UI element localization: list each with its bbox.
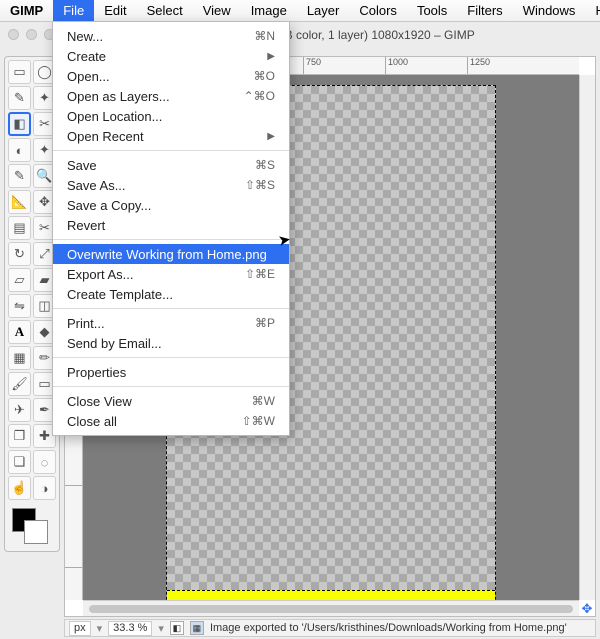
- status-icon-1[interactable]: ◧: [170, 621, 184, 635]
- zoom-field[interactable]: 33.3 %: [108, 621, 152, 636]
- menu-tools[interactable]: Tools: [407, 0, 457, 21]
- menu-image[interactable]: Image: [241, 0, 297, 21]
- tool-by-color-select[interactable]: ◧: [8, 112, 31, 136]
- tool-dodge[interactable]: ◑: [33, 476, 56, 500]
- tool-perspective-clone[interactable]: ❏: [8, 450, 31, 474]
- menu-windows[interactable]: Windows: [513, 0, 586, 21]
- menu-item-save-a-copy[interactable]: Save a Copy...: [53, 195, 289, 215]
- minimize-window-icon[interactable]: [26, 29, 37, 40]
- menu-item-save-as[interactable]: Save As...⇧⌘S: [53, 175, 289, 195]
- background-color[interactable]: [24, 520, 48, 544]
- tool-align[interactable]: ▤: [8, 216, 31, 240]
- tool-paintbrush[interactable]: 🖌: [8, 372, 31, 396]
- status-bar: px ▾ 33.3 % ▾ ◧ ▦ Image exported to '/Us…: [64, 619, 596, 637]
- tool-clone[interactable]: ❐: [8, 424, 31, 448]
- text-banner[interactable]: Working from home...: [167, 590, 495, 600]
- tool-blend[interactable]: ▦: [8, 346, 31, 370]
- tool-smudge[interactable]: ☝: [8, 476, 31, 500]
- menu-select[interactable]: Select: [137, 0, 193, 21]
- tool-flip[interactable]: ⇋: [8, 294, 31, 318]
- menu-item-open-location[interactable]: Open Location...: [53, 106, 289, 126]
- close-window-icon[interactable]: [8, 29, 19, 40]
- menu-item-properties[interactable]: Properties: [53, 362, 289, 382]
- unit-selector[interactable]: px: [69, 621, 91, 636]
- scrollbar-horizontal[interactable]: [83, 600, 579, 616]
- tool-text[interactable]: A: [8, 320, 31, 344]
- tool-measure[interactable]: 📐: [8, 190, 31, 214]
- menu-item-export-as[interactable]: Export As...⇧⌘E: [53, 264, 289, 284]
- tool-shear[interactable]: ▱: [8, 268, 31, 292]
- tool-rect-select[interactable]: ▭: [8, 60, 31, 84]
- file-menu-dropdown: New...⌘NCreate▶Open...⌘OOpen as Layers..…: [52, 22, 290, 436]
- menu-item-create[interactable]: Create▶: [53, 46, 289, 66]
- menu-filters[interactable]: Filters: [457, 0, 512, 21]
- tool-color-picker[interactable]: ✎: [8, 164, 31, 188]
- tool-blur[interactable]: ◌: [33, 450, 56, 474]
- scrollbar-vertical[interactable]: [579, 75, 595, 600]
- menu-item-revert[interactable]: Revert: [53, 215, 289, 235]
- os-menubar: GIMP FileEditSelectViewImageLayerColorsT…: [0, 0, 600, 22]
- menu-item-print[interactable]: Print...⌘P: [53, 313, 289, 333]
- tool-foreground-select[interactable]: ◐: [8, 138, 31, 162]
- navigate-icon[interactable]: ✥: [580, 601, 594, 615]
- menu-help[interactable]: Help: [585, 0, 600, 21]
- app-name: GIMP: [0, 0, 53, 21]
- menu-item-save[interactable]: Save⌘S: [53, 155, 289, 175]
- tool-rotate[interactable]: ↻: [8, 242, 31, 266]
- tool-free-select[interactable]: ✎: [8, 86, 31, 110]
- menu-item-open[interactable]: Open...⌘O: [53, 66, 289, 86]
- menu-item-open-recent[interactable]: Open Recent▶: [53, 126, 289, 146]
- status-icon-2[interactable]: ▦: [190, 621, 204, 635]
- menu-view[interactable]: View: [193, 0, 241, 21]
- menu-item-new[interactable]: New...⌘N: [53, 26, 289, 46]
- menu-item-open-as-layers[interactable]: Open as Layers...⌃⌘O: [53, 86, 289, 106]
- menu-colors[interactable]: Colors: [349, 0, 407, 21]
- menu-item-overwrite-working-from-home-png[interactable]: Overwrite Working from Home.png: [53, 244, 289, 264]
- status-message: Image exported to '/Users/kristhines/Dow…: [210, 622, 591, 634]
- menu-item-send-by-email[interactable]: Send by Email...: [53, 333, 289, 353]
- menu-file[interactable]: File: [53, 0, 94, 21]
- window-traffic-lights[interactable]: [8, 29, 55, 40]
- tool-airbrush[interactable]: ✈: [8, 398, 31, 422]
- menu-edit[interactable]: Edit: [94, 0, 136, 21]
- menu-layer[interactable]: Layer: [297, 0, 350, 21]
- menu-item-create-template[interactable]: Create Template...: [53, 284, 289, 304]
- menu-item-close-all[interactable]: Close all⇧⌘W: [53, 411, 289, 431]
- menu-item-close-view[interactable]: Close View⌘W: [53, 391, 289, 411]
